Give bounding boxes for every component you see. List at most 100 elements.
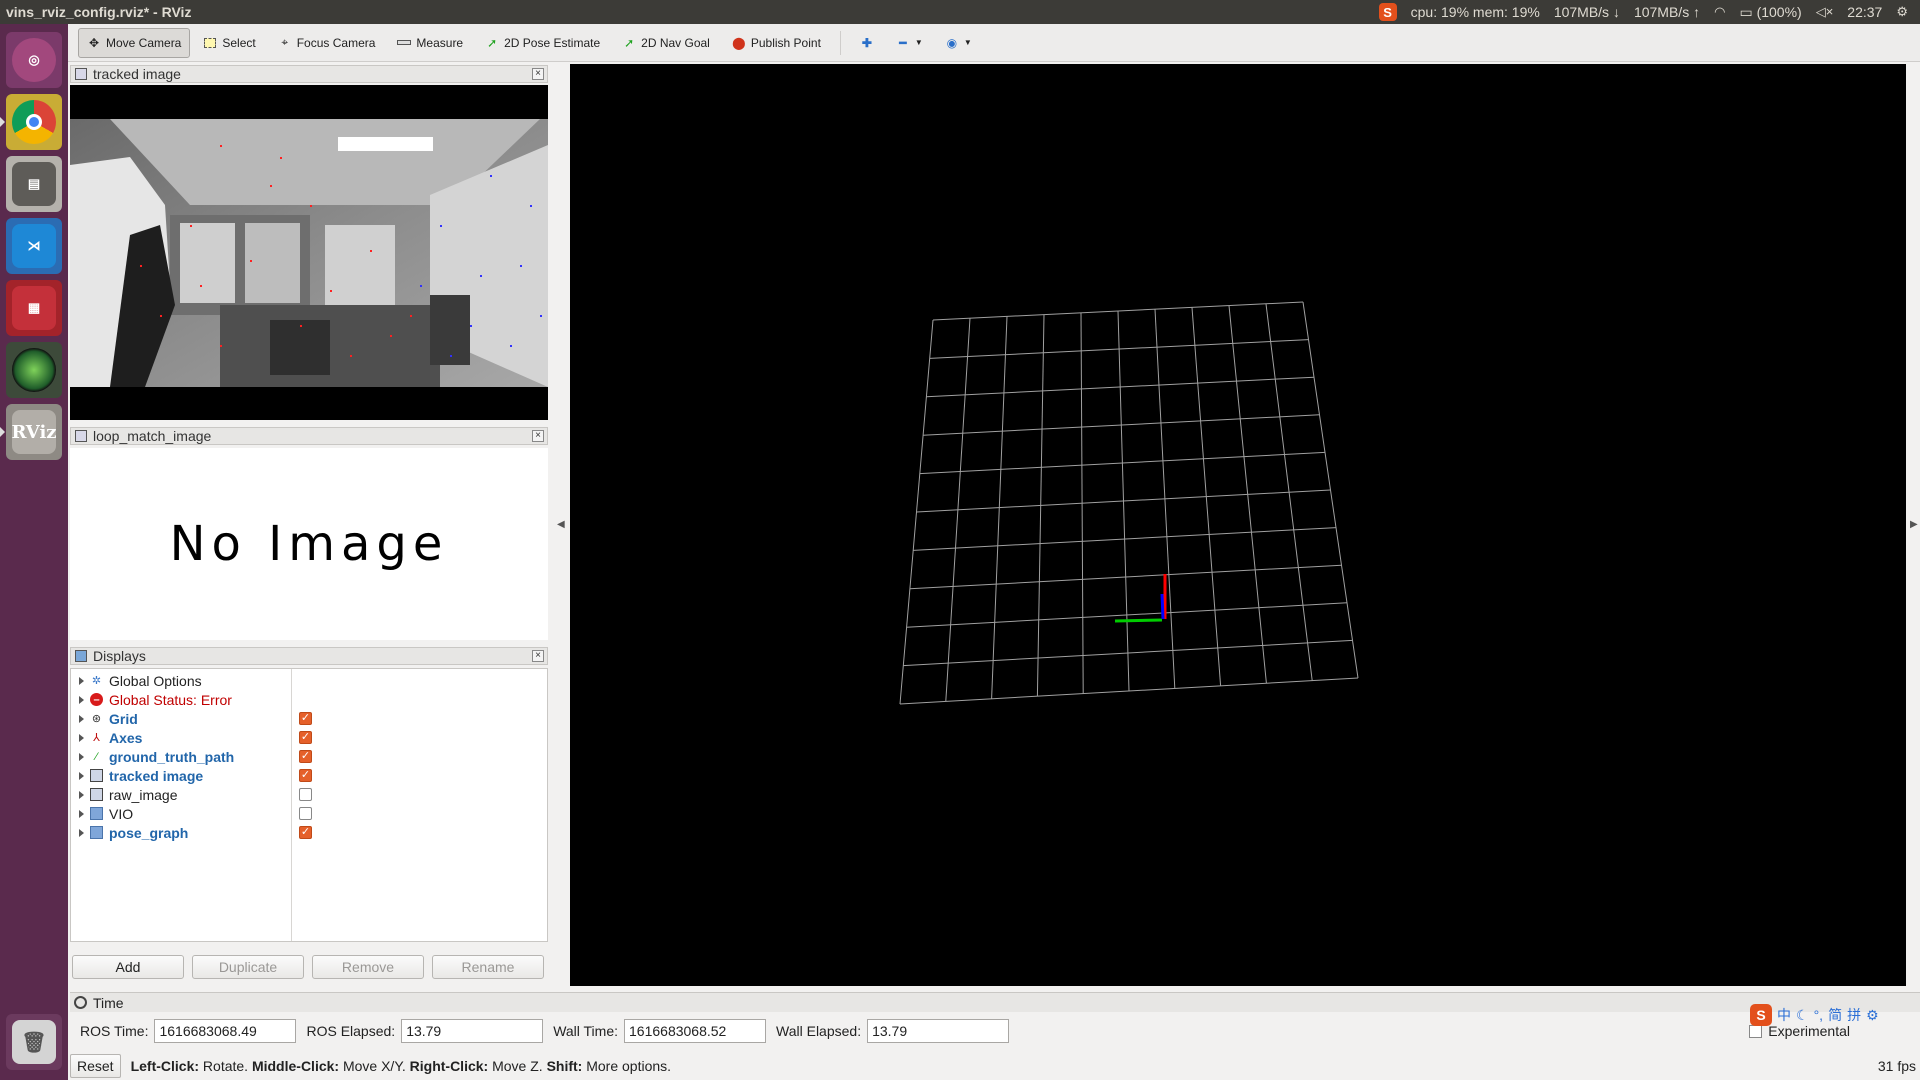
display-row-ground-truth-path[interactable]: ∕ ground_truth_path ✓ (71, 747, 547, 766)
close-icon[interactable]: × (532, 650, 544, 662)
clock[interactable]: 22:37 (1847, 4, 1882, 20)
image-icon (90, 769, 103, 782)
expand-arrow-icon[interactable] (79, 676, 84, 685)
chrome-icon (12, 100, 56, 144)
ime-pinyin[interactable]: 拼 (1847, 1005, 1861, 1025)
grid-line (1265, 303, 1313, 681)
nav-goal-icon: ➚ (624, 35, 635, 50)
expand-arrow-icon[interactable] (79, 695, 84, 704)
expand-arrow-icon[interactable] (79, 828, 84, 837)
mouse-help-text: Left-Click: Rotate. Middle-Click: Move X… (130, 1058, 672, 1074)
tool-select[interactable]: Select (194, 28, 264, 58)
expand-arrow-icon[interactable] (79, 733, 84, 742)
duplicate-button[interactable]: Duplicate (192, 955, 304, 979)
ros-time-field[interactable]: 1616683068.49 (154, 1019, 297, 1043)
display-row-global-options[interactable]: ✲ Global Options (71, 671, 547, 690)
launcher-dash-button[interactable]: ◎ (6, 32, 62, 88)
moon-icon[interactable]: ☾ (1796, 1007, 1809, 1024)
wall-time-label: Wall Time: (553, 1023, 619, 1039)
tool-focus-camera[interactable]: ⌖ Focus Camera (269, 28, 385, 58)
fps-readout: 31 fps (1877, 1058, 1916, 1074)
display-row-grid[interactable]: ⊛ Grid ✓ (71, 709, 547, 728)
focus-camera-icon: ⌖ (281, 35, 289, 49)
display-row-global-status[interactable]: – Global Status: Error (71, 690, 547, 709)
pose-graph-checkbox[interactable]: ✓ (299, 826, 312, 839)
display-row-tracked-image[interactable]: tracked image ✓ (71, 766, 547, 785)
close-icon[interactable]: × (532, 68, 544, 80)
experimental-checkbox[interactable] (1749, 1024, 1763, 1038)
display-row-axes[interactable]: ⅄ Axes ✓ (71, 728, 547, 747)
measure-icon (397, 36, 412, 50)
tool-publish-point[interactable]: ⬤ Publish Point (723, 28, 830, 58)
tool-move-camera[interactable]: ✥ Move Camera (78, 27, 191, 58)
grid-enabled-checkbox[interactable]: ✓ (299, 712, 312, 725)
right-splitter-handle[interactable]: ▶ (1908, 64, 1920, 986)
volume-icon[interactable]: ◁× (1816, 4, 1834, 20)
clock-icon (74, 996, 87, 1009)
chevron-down-icon: ▼ (963, 38, 972, 47)
tool-2d-pose-estimate[interactable]: ➚ 2D Pose Estimate (476, 28, 609, 58)
ime-settings-gear-icon[interactable]: ⚙ (1866, 1007, 1879, 1024)
wall-time-field[interactable]: 1616683068.52 (624, 1019, 767, 1043)
launcher-trash-button[interactable]: 🗑 (6, 1014, 62, 1070)
red-app-icon: ▦ (12, 286, 56, 330)
ground-truth-path-checkbox[interactable]: ✓ (299, 750, 312, 763)
vio-checkbox[interactable] (299, 807, 312, 820)
time-panel: ROS Time: 1616683068.49 ROS Elapsed: 13.… (70, 1016, 1920, 1046)
ime-simplified[interactable]: 简 (1828, 1005, 1842, 1025)
render-3d-view[interactable] (570, 64, 1906, 986)
chevron-down-icon: ▼ (914, 38, 923, 47)
expand-arrow-icon[interactable] (79, 771, 84, 780)
punctuation-icon[interactable]: °, (1814, 1007, 1824, 1023)
launcher-vscode-button[interactable]: ⋊ (6, 218, 62, 274)
loop-match-panel-header: loop_match_image × (70, 427, 548, 445)
launcher-camera-button[interactable] (6, 342, 62, 398)
tool-2d-nav-goal[interactable]: ➚ 2D Nav Goal (613, 28, 719, 58)
remove-tool-button[interactable]: ━ ▼ (887, 28, 932, 58)
add-button[interactable]: Add (72, 955, 184, 979)
display-row-pose-graph[interactable]: pose_graph ✓ (71, 823, 547, 842)
sogou-indicator-icon[interactable]: S (1378, 3, 1397, 21)
add-tool-button[interactable]: ✚ (851, 28, 883, 58)
raw-image-checkbox[interactable] (299, 788, 312, 801)
expand-arrow-icon[interactable] (79, 790, 84, 799)
remove-button[interactable]: Remove (312, 955, 424, 979)
toolbar-separator (839, 30, 841, 55)
expand-arrow-icon[interactable] (79, 752, 84, 761)
displays-panel-header: Displays × (70, 647, 548, 665)
unity-launcher: ◎ ▤ ⋊ ▦ RViz 🗑 (0, 24, 68, 1080)
display-row-vio[interactable]: VIO (71, 804, 547, 823)
launcher-rviz-button[interactable]: RViz (6, 404, 62, 460)
download-speed: 107MB/s ↓ (1553, 4, 1620, 20)
power-gear-icon[interactable]: ⚙ (1896, 4, 1908, 20)
tool-measure[interactable]: Measure (388, 28, 472, 58)
pose-estimate-icon: ➚ (487, 35, 498, 50)
expand-arrow-icon[interactable] (79, 809, 84, 818)
running-indicator (0, 117, 5, 127)
rviz-icon: RViz (11, 410, 57, 454)
axes-enabled-checkbox[interactable]: ✓ (299, 731, 312, 744)
battery-icon: ▭ (1739, 3, 1753, 20)
monitor-icon (75, 650, 87, 662)
battery-indicator[interactable]: ▭ (100%) (1739, 4, 1801, 21)
tracked-image-view (70, 85, 548, 420)
no-image-placeholder: No Image (169, 516, 449, 572)
ros-elapsed-field[interactable]: 13.79 (401, 1019, 544, 1043)
launcher-red-app-button[interactable]: ▦ (6, 280, 62, 336)
wall-elapsed-field[interactable]: 13.79 (867, 1019, 1010, 1043)
sogou-ime-icon[interactable]: S (1750, 1004, 1772, 1026)
reset-button[interactable]: Reset (70, 1054, 121, 1078)
expand-arrow-icon[interactable] (79, 714, 84, 723)
dock-splitter-handle[interactable]: ◀ (552, 64, 570, 986)
close-icon[interactable]: × (532, 430, 544, 442)
tracked-image-panel-header: tracked image × (70, 65, 548, 83)
rename-button[interactable]: Rename (432, 955, 544, 979)
launcher-chrome-button[interactable] (6, 94, 62, 150)
wifi-icon[interactable]: ◠ (1714, 4, 1725, 20)
launcher-files-button[interactable]: ▤ (6, 156, 62, 212)
display-row-raw-image[interactable]: raw_image (71, 785, 547, 804)
tracked-image-checkbox[interactable]: ✓ (299, 769, 312, 782)
ime-chinese-mode[interactable]: 中 (1777, 1005, 1791, 1025)
panels-visibility-button[interactable]: ◉ ▼ (936, 28, 981, 58)
ubuntu-logo-icon: ◎ (12, 38, 56, 82)
